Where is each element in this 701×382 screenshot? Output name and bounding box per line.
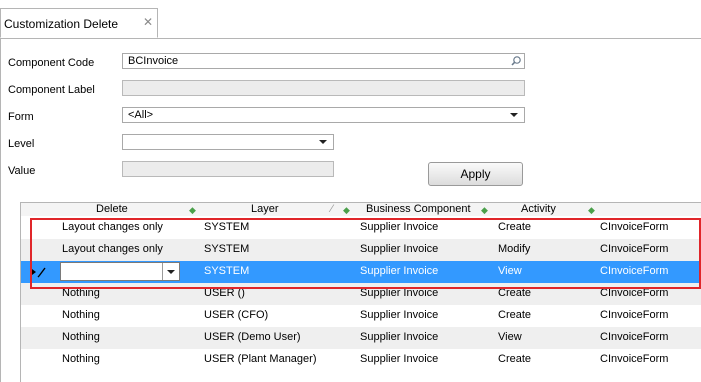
cell-delete[interactable]: Layout changes only (63, 266, 164, 278)
cell-activity: Create (498, 309, 532, 321)
cell-delete[interactable]: Nothing (62, 309, 100, 321)
apply-button[interactable]: Apply (428, 162, 523, 186)
customization-grid: Delete ◆ Layer ⁄ ◆ Business Component ◆ … (20, 202, 701, 382)
cell-business-component: Supplier Invoice (360, 353, 439, 365)
grid-header: Delete ◆ Layer ⁄ ◆ Business Component ◆ … (21, 203, 701, 216)
component-code-label: Component Code (8, 57, 95, 69)
column-resize-icon[interactable]: ◆ (189, 205, 196, 215)
table-row[interactable]: Nothing USER (Plant Manager) Supplier In… (21, 349, 701, 371)
column-resize-icon[interactable]: ◆ (588, 205, 595, 215)
cell-business-component: Supplier Invoice (360, 221, 439, 233)
table-row[interactable]: Layout changes only SYSTEM Supplier Invo… (21, 217, 701, 239)
cell-business-component: Supplier Invoice (360, 265, 439, 277)
component-label-field (122, 80, 525, 96)
cell-form: CInvoiceForm (600, 243, 669, 255)
table-row-selected[interactable]: Layout changes only SYSTEM Supplier Invo… (21, 261, 701, 283)
window-top-edge (0, 0, 701, 8)
column-resize-icon[interactable]: ◆ (481, 205, 488, 215)
pencil-icon (32, 266, 48, 278)
cell-business-component: Supplier Invoice (360, 243, 439, 255)
cell-activity: View (498, 265, 522, 277)
column-header-activity[interactable]: Activity (521, 203, 556, 216)
delete-dropdown-editor[interactable]: Layout changes only (60, 262, 180, 281)
table-row[interactable]: Nothing USER (Demo User) Supplier Invoic… (21, 327, 701, 349)
column-header-delete[interactable]: Delete (96, 203, 128, 216)
cell-layer: SYSTEM (204, 221, 250, 233)
cell-delete[interactable]: Layout changes only (62, 221, 163, 233)
cell-form: CInvoiceForm (600, 331, 669, 343)
dropdown-button[interactable] (162, 263, 179, 280)
cell-activity: Create (498, 221, 532, 233)
document-tabstrip: Customization Delete ✕ (0, 8, 701, 39)
component-label-label: Component Label (8, 84, 95, 96)
cell-form: CInvoiceForm (600, 287, 669, 299)
cell-form: CInvoiceForm (600, 221, 669, 233)
value-field[interactable] (122, 161, 334, 177)
cell-activity: Create (498, 353, 532, 365)
form-select-value: <All> (128, 109, 154, 121)
cell-form: CInvoiceForm (600, 265, 669, 277)
cell-form: CInvoiceForm (600, 353, 669, 365)
chevron-down-icon[interactable] (319, 140, 327, 144)
cell-delete[interactable]: Nothing (62, 287, 100, 299)
cell-activity: Create (498, 287, 532, 299)
cell-layer: USER (Demo User) (204, 331, 301, 343)
tab-title: Customization Delete (4, 17, 119, 31)
value-label: Value (8, 165, 36, 177)
chevron-down-icon (167, 270, 175, 274)
cell-business-component: Supplier Invoice (360, 287, 439, 299)
cell-layer: SYSTEM (204, 265, 250, 277)
column-header-layer[interactable]: Layer (251, 203, 279, 216)
cell-layer: USER () (204, 287, 245, 299)
cell-business-component: Supplier Invoice (360, 331, 439, 343)
cell-delete[interactable]: Nothing (62, 331, 100, 343)
magnifier-icon[interactable] (509, 55, 523, 67)
table-row[interactable]: Nothing USER () Supplier Invoice Create … (21, 283, 701, 305)
cell-layer: SYSTEM (204, 243, 250, 255)
form-label: Form (8, 111, 34, 123)
cell-layer: USER (CFO) (204, 309, 269, 321)
cell-activity: Modify (498, 243, 531, 255)
tab-customization-delete[interactable]: Customization Delete ✕ (0, 8, 158, 38)
sort-icon: ⁄ (331, 203, 333, 215)
level-label: Level (8, 138, 35, 150)
cell-layer: USER (Plant Manager) (204, 353, 317, 365)
close-icon[interactable]: ✕ (143, 15, 153, 29)
level-select[interactable] (122, 134, 334, 150)
cell-activity: View (498, 331, 522, 343)
chevron-down-icon[interactable] (510, 113, 518, 117)
table-row[interactable]: Layout changes only SYSTEM Supplier Invo… (21, 239, 701, 261)
column-resize-icon[interactable]: ◆ (343, 205, 350, 215)
table-row[interactable]: Nothing USER (CFO) Supplier Invoice Crea… (21, 305, 701, 327)
component-code-value: BCInvoice (128, 55, 179, 67)
cell-form: CInvoiceForm (600, 309, 669, 321)
component-code-field[interactable]: BCInvoice (122, 53, 525, 69)
form-select[interactable]: <All> (122, 107, 525, 123)
cell-business-component: Supplier Invoice (360, 309, 439, 321)
cell-delete[interactable]: Nothing (62, 353, 100, 365)
column-header-business-component[interactable]: Business Component (366, 203, 471, 216)
cell-delete[interactable]: Layout changes only (62, 243, 163, 255)
